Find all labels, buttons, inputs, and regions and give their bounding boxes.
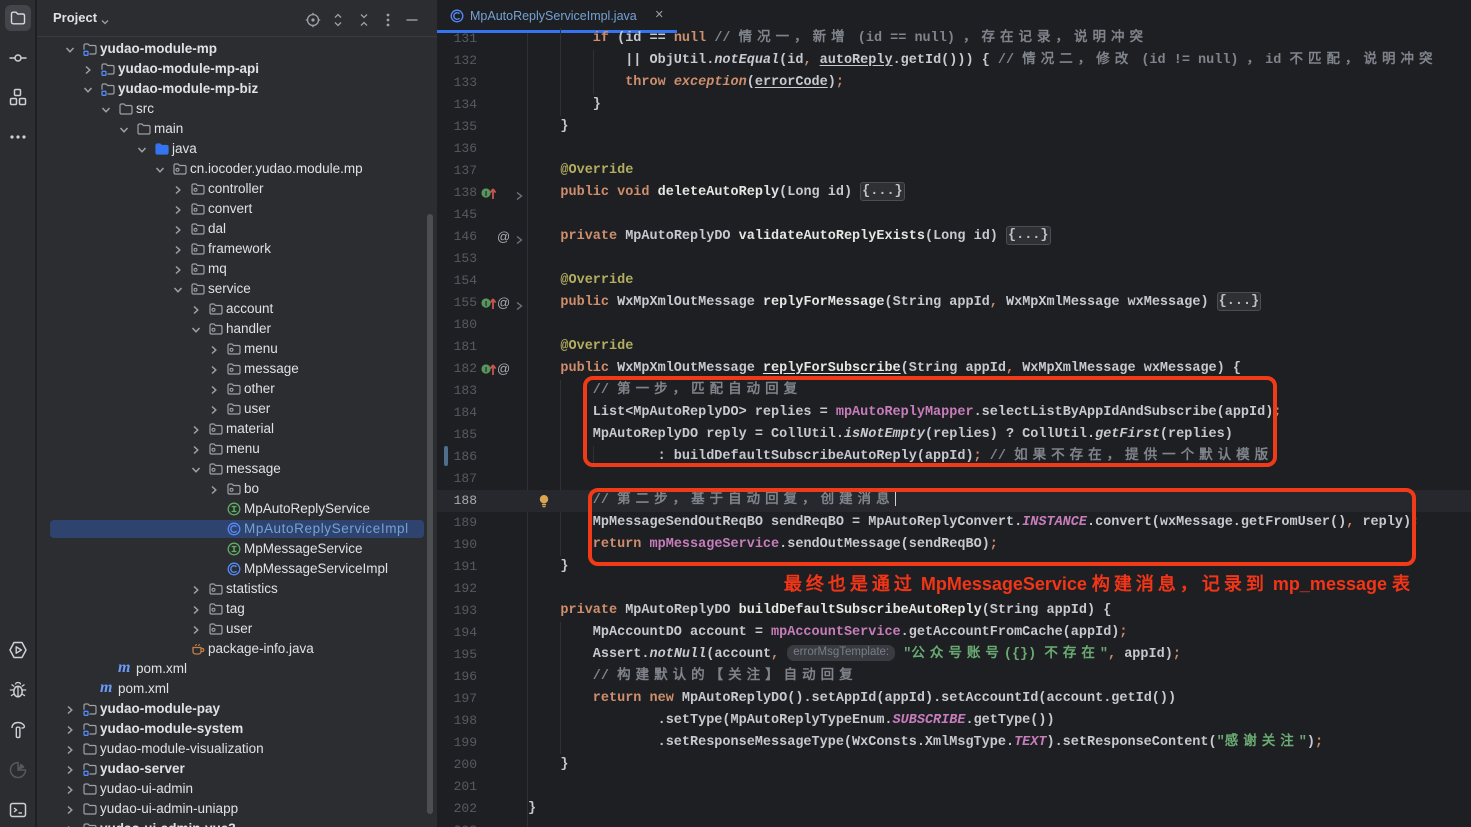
svg-text:I: I (485, 365, 487, 374)
svg-text:I: I (485, 299, 487, 308)
svg-text:I: I (485, 189, 487, 198)
